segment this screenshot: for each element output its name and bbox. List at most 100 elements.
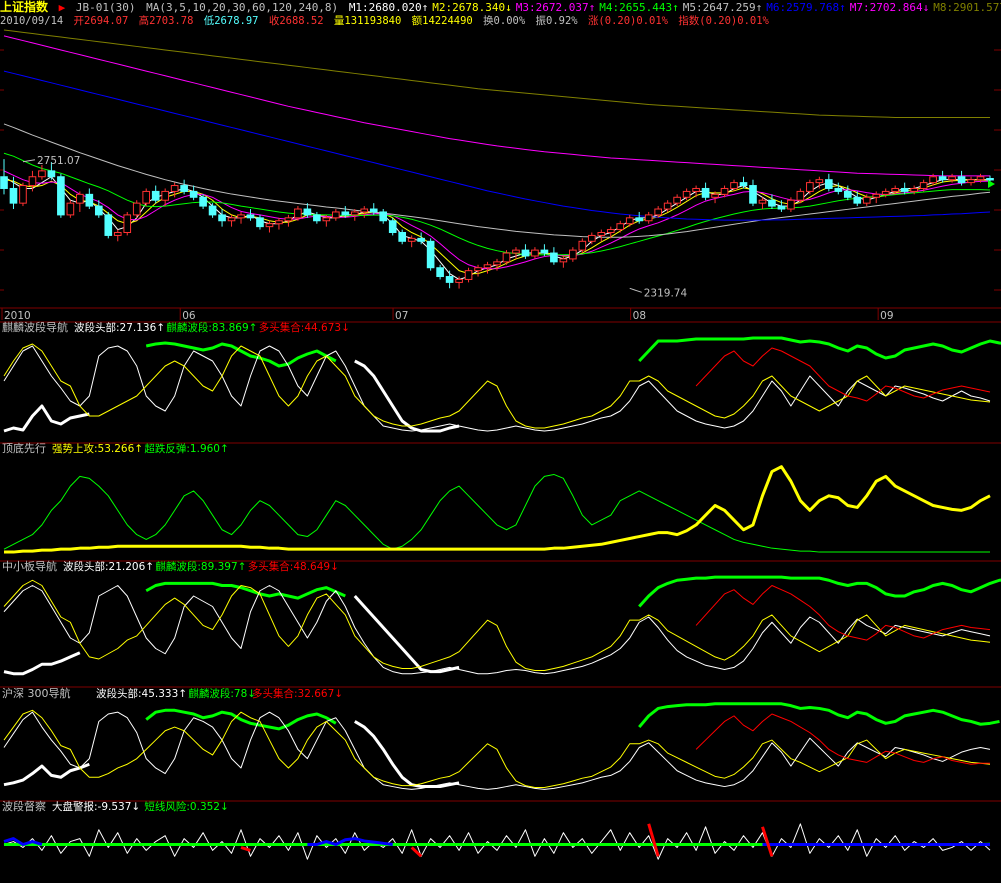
- candle-body: [465, 271, 472, 280]
- candle-body: [778, 206, 785, 209]
- candle-body: [484, 265, 491, 268]
- series-line: [4, 346, 990, 431]
- panel-legend-item: 麒麟波段:89.397↑: [155, 560, 246, 573]
- candle-body: [977, 177, 984, 180]
- panel-title: 顶底先行: [2, 441, 46, 455]
- candle-body: [171, 186, 178, 192]
- candle-body: [607, 230, 614, 233]
- series-line: [4, 764, 89, 784]
- candle-body: [58, 177, 65, 215]
- candle-body: [333, 212, 340, 218]
- candle-body: [456, 279, 463, 282]
- panel-legend-item: 波段头部:45.333↑: [96, 687, 187, 700]
- panel-legend-item: 短线风险:0.352↓: [144, 800, 228, 813]
- candle-body: [750, 186, 757, 204]
- chart-canvas[interactable]: 2010060708092751.072319.74麒麟波段导航波段头部:27.…: [0, 0, 1001, 880]
- x-axis-label: 09: [880, 310, 893, 322]
- candle-body: [1, 177, 8, 189]
- series-line: [4, 474, 990, 552]
- candle-body: [844, 191, 851, 197]
- candle-body: [48, 171, 55, 177]
- header-row: 上证指数 ▶ JB-01(30) MA(3,5,10,20,30,60,120,…: [0, 1, 1001, 14]
- candle-body: [95, 206, 102, 215]
- candle-body: [769, 200, 776, 206]
- candle-body: [494, 262, 501, 265]
- candle-body: [228, 218, 235, 221]
- candle-body: [579, 241, 586, 250]
- quote-change: 涨(0.20)0.01%: [588, 15, 668, 27]
- quote-index-change: 指数(0.20)0.01%: [678, 15, 769, 27]
- candle-body: [816, 180, 823, 183]
- series-line: [4, 824, 990, 859]
- quote-volume: 量131193840: [334, 15, 401, 27]
- candle-body: [446, 277, 453, 283]
- candle-body: [152, 191, 159, 200]
- ma-value-7: M7:2702.864↓: [850, 1, 929, 14]
- candle-body: [655, 209, 662, 215]
- indicator-name: JB-01(30): [76, 1, 136, 14]
- series-line: [696, 348, 990, 401]
- candle-body: [920, 183, 927, 189]
- candle-body: [939, 177, 946, 180]
- series-line: [4, 344, 990, 428]
- candle-body: [380, 212, 387, 221]
- candle-body: [219, 215, 226, 221]
- chart-window: 2010060708092751.072319.74麒麟波段导航波段头部:27.…: [0, 0, 1001, 880]
- candle-body: [399, 233, 406, 242]
- panel-legend-item: 大盘警报:-9.537↓: [52, 800, 140, 813]
- ma-line-m4: [4, 153, 990, 255]
- panel-title: 沪深 300导航: [2, 686, 71, 700]
- candle-body: [257, 218, 264, 227]
- candle-body: [636, 218, 643, 221]
- panel-legend-item: 多头集合:32.667↓: [252, 687, 343, 700]
- candle-body: [835, 188, 842, 191]
- ma-value-5: M5:2647.259↑: [683, 1, 762, 14]
- candle-body: [712, 194, 719, 197]
- ma-line-m3: [4, 171, 990, 269]
- ma-value-8: M8:2901.577↓: [933, 1, 1001, 14]
- index-title[interactable]: 上证指数: [0, 0, 48, 14]
- ma-value-6: M6:2579.768↑: [766, 1, 845, 14]
- ma-line-m7: [4, 36, 990, 176]
- quote-row: 2010/09/14 开2694.07 高2703.78 低2678.97 收2…: [0, 15, 773, 28]
- candle-body: [39, 171, 46, 177]
- candle-body: [617, 224, 624, 230]
- candle-body: [77, 194, 84, 203]
- x-axis-label: 08: [633, 310, 646, 322]
- candle-body: [408, 238, 415, 241]
- x-axis-label: 07: [395, 310, 408, 322]
- series-line: [146, 583, 345, 598]
- candle-body: [304, 209, 311, 215]
- candle-body: [987, 179, 994, 180]
- candle-body: [522, 250, 529, 256]
- panel-legend-item: 波段头部:21.206↑: [63, 560, 154, 573]
- series-line: [4, 653, 80, 674]
- candle-body: [133, 203, 140, 215]
- candle-body: [29, 177, 36, 186]
- series-line: [4, 406, 89, 431]
- candle-body: [370, 209, 377, 212]
- candle-body: [541, 250, 548, 253]
- candle-body: [437, 268, 444, 277]
- quote-open: 开2694.07: [74, 15, 129, 27]
- series-line: [4, 586, 990, 674]
- candle-body: [143, 191, 150, 203]
- candle-body: [797, 191, 804, 200]
- candle-body: [427, 241, 434, 267]
- series-line: [639, 704, 999, 727]
- play-icon[interactable]: ▶: [59, 1, 66, 14]
- candle-body: [740, 183, 747, 186]
- candle-body: [863, 197, 870, 203]
- series-line: [4, 467, 990, 552]
- candle-body: [532, 250, 539, 256]
- candle-body: [475, 268, 482, 271]
- candle-body: [958, 177, 965, 183]
- x-axis-label: 06: [182, 310, 196, 322]
- ma-line-m8: [4, 30, 990, 117]
- candle-body: [247, 215, 254, 218]
- candle-body: [114, 233, 121, 236]
- candle-body: [181, 186, 188, 192]
- ma-value-3: M3:2672.037↑: [516, 1, 595, 14]
- candle-body: [86, 194, 93, 206]
- candle-body: [323, 218, 330, 221]
